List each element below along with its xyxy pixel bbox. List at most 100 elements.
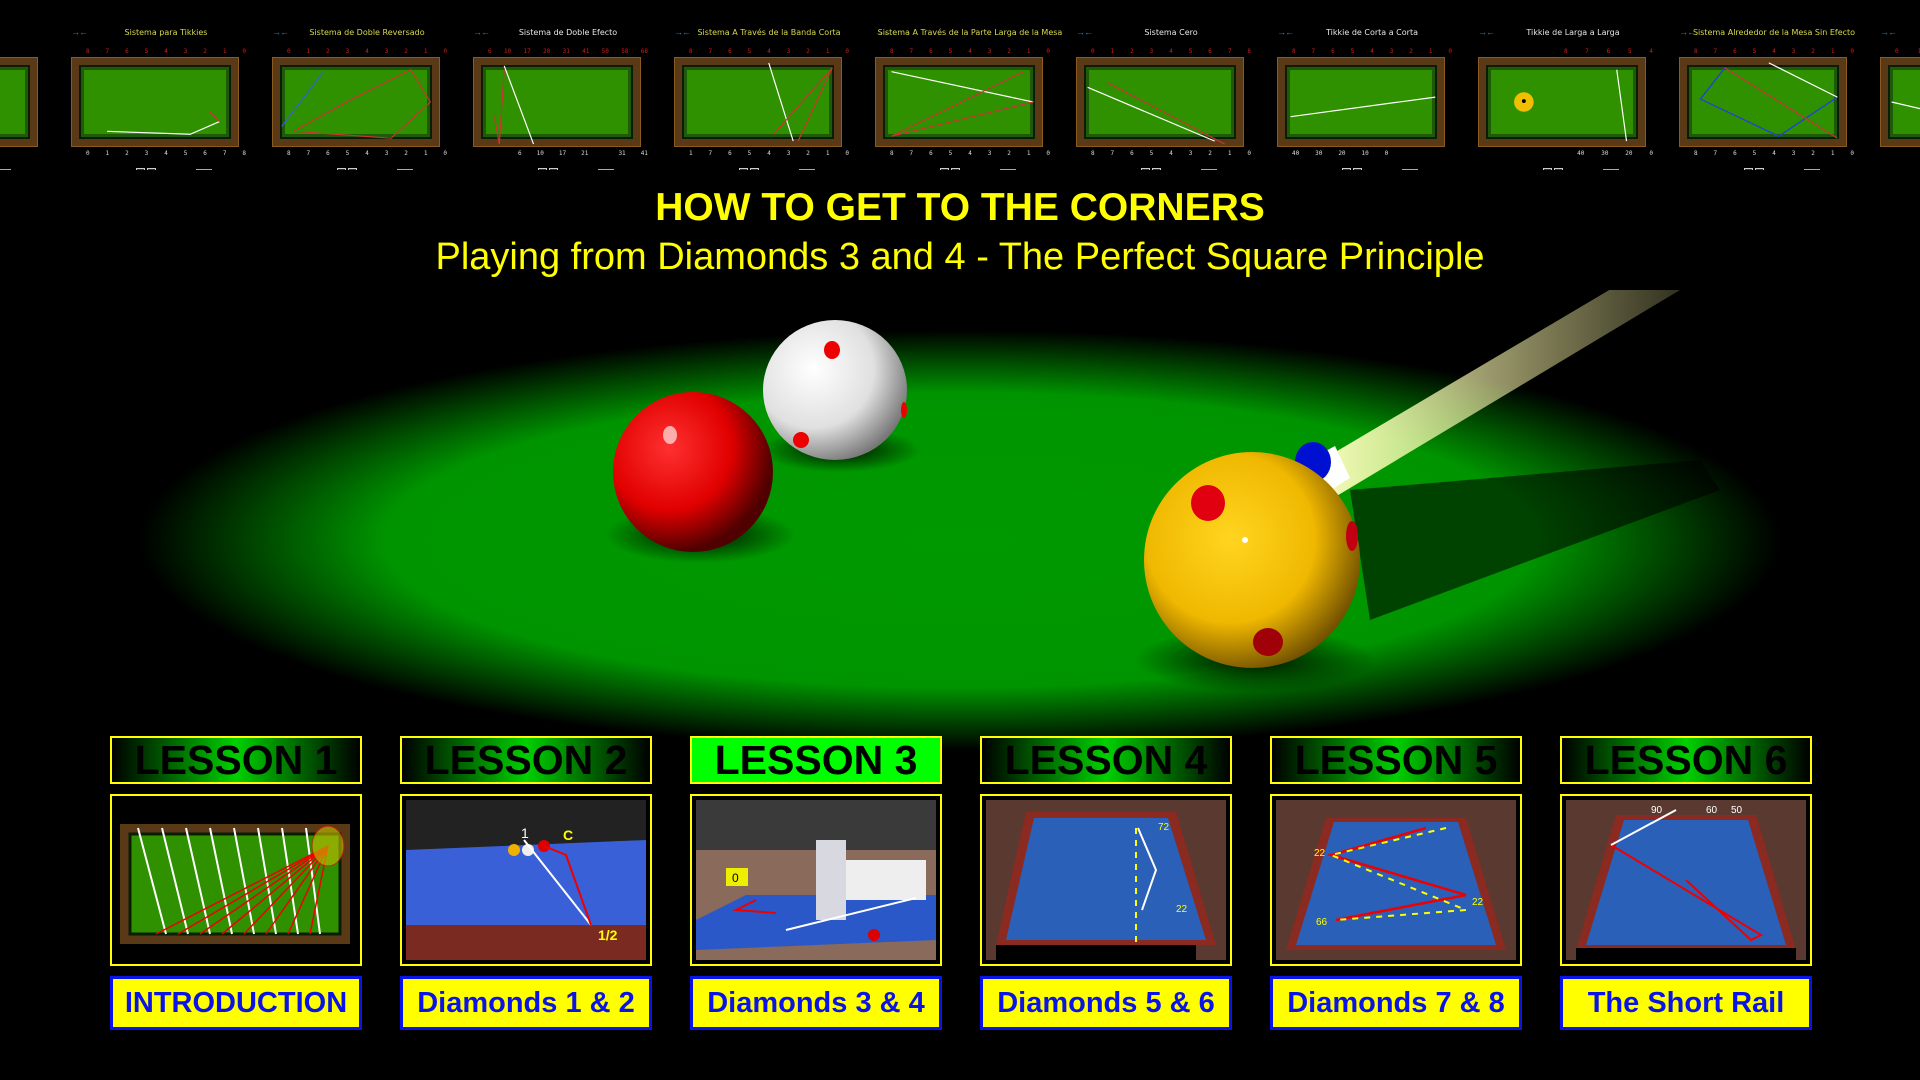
control-button[interactable]	[1353, 168, 1362, 170]
diamond-number: 1	[306, 48, 311, 55]
diamond-number: 4	[1772, 48, 1776, 55]
system-thumbnail[interactable]: Sistema A Través de la Banda Corta →← 8 7 6 5…	[669, 20, 892, 170]
lesson-2: LESSON 2 1 C 1/2 Diamonds 1 & 2	[400, 736, 652, 1030]
control-button[interactable]	[1543, 168, 1552, 170]
diamond-number: 0	[1247, 150, 1251, 157]
system-thumbnail[interactable]: Tikkie de Larga a Larga →← 8 7 6 5 4 40 30 20 0	[1473, 20, 1696, 170]
system-thumbnail[interactable]: Alrededor→←01	[1875, 20, 1920, 165]
lesson-button[interactable]: Diamonds 3 & 4	[690, 976, 942, 1030]
control-button[interactable]	[1744, 168, 1753, 170]
playback-controls[interactable]	[1543, 168, 1563, 170]
speed-slider[interactable]	[0, 169, 11, 170]
lesson-header-tab[interactable]: LESSON 4	[980, 736, 1232, 784]
lesson-button[interactable]: Diamonds 1 & 2	[400, 976, 652, 1030]
system-thumbnail[interactable]: Sistema para Tikkies →← 8 7 6 5 4 3 2 1 0 0 1 2 3 4 5 6 7 8	[66, 20, 289, 170]
control-button[interactable]	[538, 168, 547, 170]
system-thumbnail[interactable]: Sistema Alrededor de la Mesa Sin Efecto →…	[1674, 20, 1897, 170]
playback-controls[interactable]	[1342, 168, 1362, 170]
control-button[interactable]	[739, 168, 748, 170]
diamond-numbers-top: 8 7 6 5 4 3 2 1 0	[689, 48, 849, 55]
speed-slider[interactable]	[1000, 169, 1016, 170]
speed-slider[interactable]	[1804, 169, 1820, 170]
playback-controls[interactable]	[739, 168, 759, 170]
lesson-header-tab[interactable]: LESSON 2	[400, 736, 652, 784]
lesson-thumbnail[interactable]: 0	[690, 794, 942, 966]
diamond-number: 7	[909, 150, 914, 157]
diamond-number: 4	[365, 150, 369, 157]
control-button[interactable]	[1554, 168, 1563, 170]
playback-controls[interactable]	[538, 168, 558, 170]
control-button[interactable]	[136, 168, 145, 170]
speed-slider[interactable]	[1402, 169, 1418, 170]
diamond-numbers-bottom: 40 30 20 0	[1493, 150, 1653, 157]
svg-text:1: 1	[521, 825, 529, 841]
playback-controls[interactable]	[136, 168, 156, 170]
diamond-number: 4	[767, 48, 771, 55]
lesson-thumbnail[interactable]	[110, 794, 362, 966]
system-thumbnail[interactable]: Sistema de Doble Reversado →← 0 1 2 3 4 3 2 1 0 8 7 6…	[267, 20, 490, 170]
system-thumbnail[interactable]: →←	[0, 20, 88, 170]
control-button[interactable]	[348, 168, 357, 170]
lesson-thumbnail[interactable]: 22 22 66	[1270, 794, 1522, 966]
lesson-button[interactable]: Diamonds 5 & 6	[980, 976, 1232, 1030]
lesson-thumbnail[interactable]: 1 C 1/2	[400, 794, 652, 966]
diamond-number: 2	[1811, 150, 1815, 157]
svg-text:50: 50	[1731, 805, 1743, 816]
diamond-number: 17	[523, 48, 531, 55]
system-thumbnail[interactable]: Tikkie de Corta a Corta →← 8 7 6 5 4 3 2 1 0 40 30 20…	[1272, 20, 1495, 170]
speed-slider[interactable]	[397, 169, 413, 170]
lesson-header-tab[interactable]: LESSON 3	[690, 736, 942, 784]
speed-slider[interactable]	[1603, 169, 1619, 170]
control-button[interactable]	[1141, 168, 1150, 170]
lesson-button[interactable]: Diamonds 7 & 8	[1270, 976, 1522, 1030]
speed-slider[interactable]	[1201, 169, 1217, 170]
control-button[interactable]	[147, 168, 156, 170]
lesson-button[interactable]: The Short Rail	[1560, 976, 1812, 1030]
control-button[interactable]	[940, 168, 949, 170]
diamond-number: 6	[1733, 48, 1737, 55]
control-button[interactable]	[1342, 168, 1351, 170]
control-button[interactable]	[337, 168, 346, 170]
control-button[interactable]	[1755, 168, 1764, 170]
control-button[interactable]	[951, 168, 960, 170]
playback-controls[interactable]	[940, 168, 960, 170]
lesson-header-tab[interactable]: LESSON 6	[1560, 736, 1812, 784]
diamond-number: 8	[890, 48, 894, 55]
playback-controls[interactable]	[337, 168, 357, 170]
diamond-number: 1	[1830, 150, 1835, 157]
playback-controls[interactable]	[1141, 168, 1161, 170]
lesson-thumbnail-image: 0	[696, 800, 936, 960]
system-thumbnail-strip[interactable]: →← Sistema para Tikkies →← 8 7 6 5 4 3 2 1 0 0 1 2 3 4 5 6…	[0, 0, 1920, 170]
lesson-thumbnail[interactable]: 72 22	[980, 794, 1232, 966]
speed-slider[interactable]	[799, 169, 815, 170]
speed-slider[interactable]	[598, 169, 614, 170]
lesson-thumbnail[interactable]: 90 60 50	[1560, 794, 1812, 966]
system-thumbnail[interactable]: Sistema Cero →← 0 1 2 3 4 5 6 7 8 8 7 6 5 4 3 2 1 0	[1071, 20, 1294, 170]
control-button[interactable]	[549, 168, 558, 170]
diamond-number: 4	[1169, 150, 1173, 157]
lesson-button[interactable]: INTRODUCTION	[110, 976, 362, 1030]
diamond-number: 3	[345, 48, 350, 55]
white-ball-dot	[901, 402, 907, 418]
lesson-header-tab[interactable]: LESSON 5	[1270, 736, 1522, 784]
diamond-number: 5	[1149, 150, 1154, 157]
system-thumbnail[interactable]: Sistema de Doble Efecto →← 6 10 17 20 31 41 50 58…	[468, 20, 691, 170]
svg-text:22: 22	[1176, 904, 1188, 915]
diamond-number: 7	[1713, 150, 1718, 157]
control-button[interactable]	[750, 168, 759, 170]
playback-controls[interactable]	[1744, 168, 1764, 170]
diamond-number: 1	[1026, 48, 1031, 55]
diamond-number: 0	[1384, 150, 1389, 157]
lesson-thumbnail-image: 72 22	[986, 800, 1226, 960]
diamond-number: 8	[1292, 48, 1296, 55]
svg-text:C: C	[563, 827, 573, 843]
system-thumbnail[interactable]: Sistema A Través de la Parte Larga de la…	[870, 20, 1093, 170]
diamond-number: 40	[1577, 150, 1585, 157]
system-thumbnail-title: Tikkie de Corta a Corta	[1326, 28, 1418, 37]
diamond-number: 6	[1606, 48, 1611, 55]
diamond-number: 6	[1208, 48, 1212, 55]
lesson-header-tab[interactable]: LESSON 1	[110, 736, 362, 784]
yellow-ball-dot	[1346, 521, 1358, 551]
control-button[interactable]	[1152, 168, 1161, 170]
speed-slider[interactable]	[196, 169, 212, 170]
